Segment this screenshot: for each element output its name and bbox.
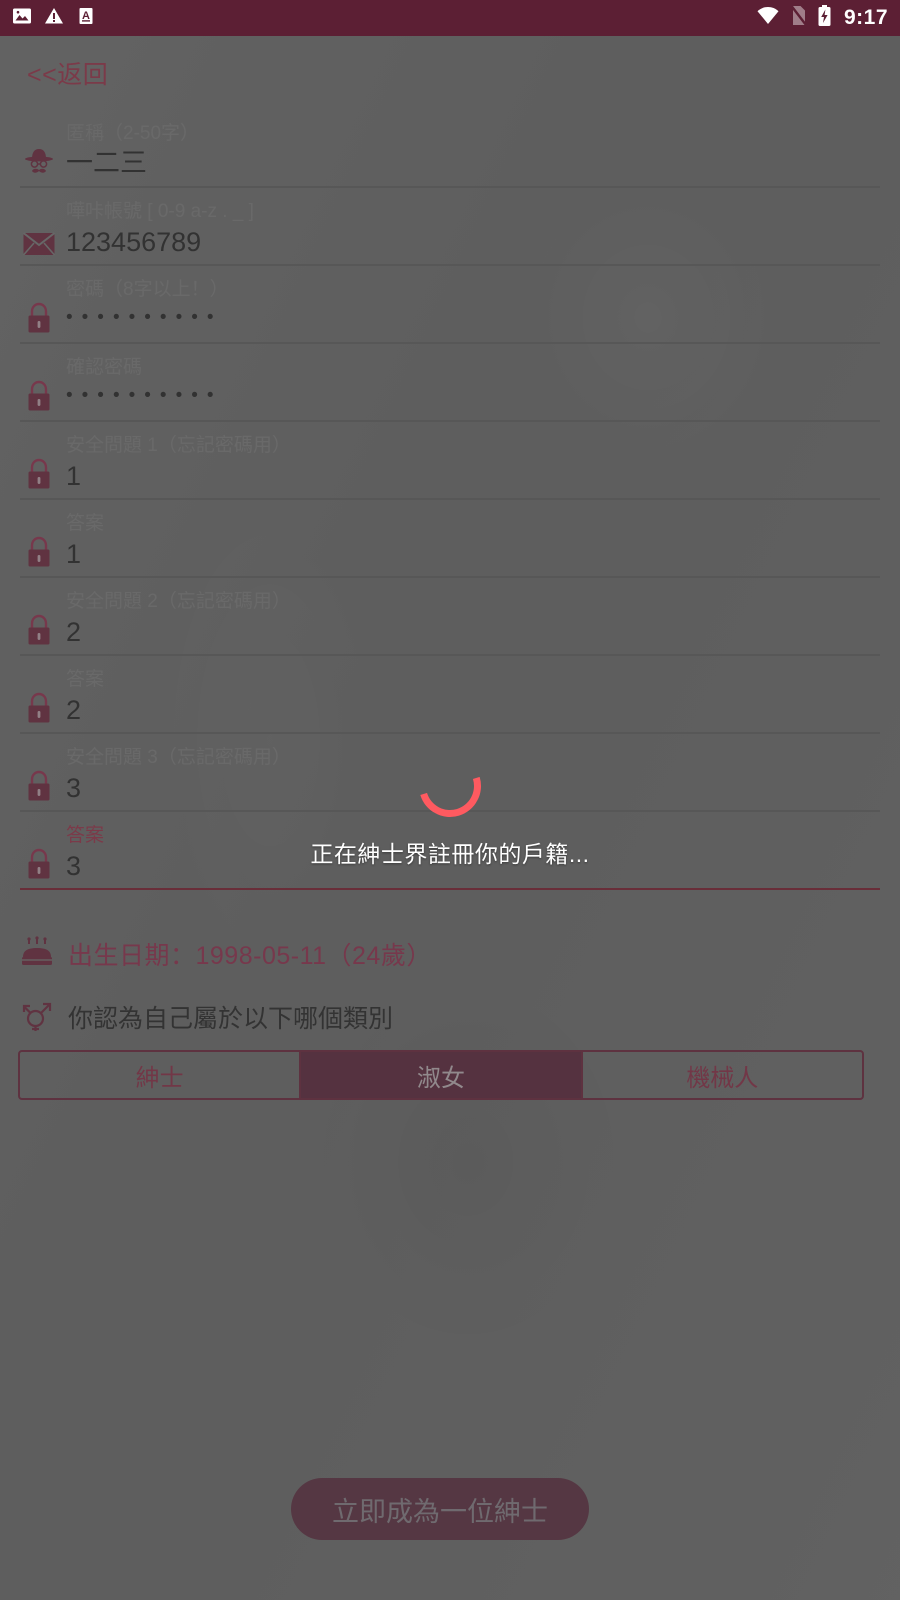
gender-question-text: 你認為自己屬於以下哪個類別 bbox=[68, 1005, 394, 1033]
gender-option-robot[interactable]: 機械人 bbox=[580, 1052, 862, 1098]
gender-option-gentleman[interactable]: 紳士 bbox=[20, 1052, 299, 1098]
field-security-question-2[interactable]: 安全問題 2（忘記密碼用） 2 bbox=[20, 578, 880, 656]
transgender-icon bbox=[20, 998, 54, 1037]
loading-overlay: 正在紳士界註冊你的戶籍... bbox=[0, 744, 900, 869]
gentleman-hat-icon bbox=[22, 144, 56, 178]
gender-segmented-control[interactable]: 紳士 淑女 機械人 bbox=[18, 1050, 864, 1100]
battery-charging-icon bbox=[817, 4, 832, 32]
field-security-question-1[interactable]: 安全問題 1（忘記密碼用） 1 bbox=[20, 422, 880, 500]
status-bar-system: 9:17 bbox=[756, 4, 888, 32]
field-security-answer-1[interactable]: 答案 1 bbox=[20, 500, 880, 578]
birthday-row[interactable]: 出生日期：1998-05-11（24歲） bbox=[20, 930, 880, 978]
field-label: 密碼（8字以上！） bbox=[66, 279, 229, 300]
field-label: 安全問題 1（忘記密碼用） bbox=[66, 435, 291, 456]
envelope-icon bbox=[22, 222, 56, 256]
lock-icon bbox=[22, 612, 56, 646]
clock-time: 9:17 bbox=[843, 6, 888, 29]
field-label: 答案 bbox=[66, 513, 105, 534]
status-bar-notifications: A bbox=[12, 6, 96, 31]
submit-button[interactable]: 立即成為一位紳士 bbox=[291, 1478, 589, 1540]
field-security-answer-2[interactable]: 答案 2 bbox=[20, 656, 880, 734]
field-value: •••••••••• bbox=[66, 307, 223, 328]
lock-icon bbox=[22, 300, 56, 334]
field-account[interactable]: 嘩咔帳號 [ 0-9 a-z . _ ] 123456789 bbox=[20, 188, 880, 266]
field-password[interactable]: 密碼（8字以上！） •••••••••• bbox=[20, 266, 880, 344]
field-value: 1 bbox=[66, 539, 82, 569]
wifi-icon bbox=[756, 6, 780, 31]
lock-icon bbox=[22, 456, 56, 490]
no-sim-icon bbox=[790, 5, 807, 31]
lock-icon bbox=[22, 534, 56, 568]
field-value: 2 bbox=[66, 695, 82, 725]
gender-question-row: 你認為自己屬於以下哪個類別 bbox=[20, 995, 880, 1039]
field-label: 安全問題 2（忘記密碼用） bbox=[66, 591, 291, 612]
field-value: 1 bbox=[66, 461, 82, 491]
field-value: 一二三 bbox=[66, 148, 147, 178]
image-icon bbox=[12, 6, 32, 31]
warning-icon bbox=[44, 6, 64, 31]
field-label: 嘩咔帳號 [ 0-9 a-z . _ ] bbox=[66, 201, 254, 222]
lock-icon bbox=[22, 378, 56, 412]
back-link[interactable]: <<返回 bbox=[27, 55, 108, 91]
field-nickname[interactable]: 匿稱（2-50字） 一二三 bbox=[20, 110, 880, 188]
loading-spinner-icon bbox=[408, 744, 492, 828]
lock-icon bbox=[22, 690, 56, 724]
birthday-cake-icon bbox=[20, 935, 54, 974]
letter-a-icon: A bbox=[76, 6, 96, 31]
loading-text: 正在紳士界註冊你的戶籍... bbox=[310, 841, 590, 867]
field-confirm-password[interactable]: 確認密碼 •••••••••• bbox=[20, 344, 880, 422]
status-bar: A 9:17 bbox=[0, 0, 900, 36]
field-label: 答案 bbox=[66, 669, 105, 690]
gender-option-lady[interactable]: 淑女 bbox=[299, 1052, 581, 1098]
field-value: •••••••••• bbox=[66, 385, 223, 406]
field-value: 123456789 bbox=[66, 227, 202, 257]
app-screen: A 9:17 <<返回 匿稱（2-50字） 一二三 嘩咔帳號 [0-9 a-z… bbox=[0, 0, 900, 1600]
field-value: 2 bbox=[66, 617, 82, 647]
birthday-text: 出生日期：1998-05-11（24歲） bbox=[68, 942, 432, 970]
field-label: 確認密碼 bbox=[66, 357, 143, 378]
